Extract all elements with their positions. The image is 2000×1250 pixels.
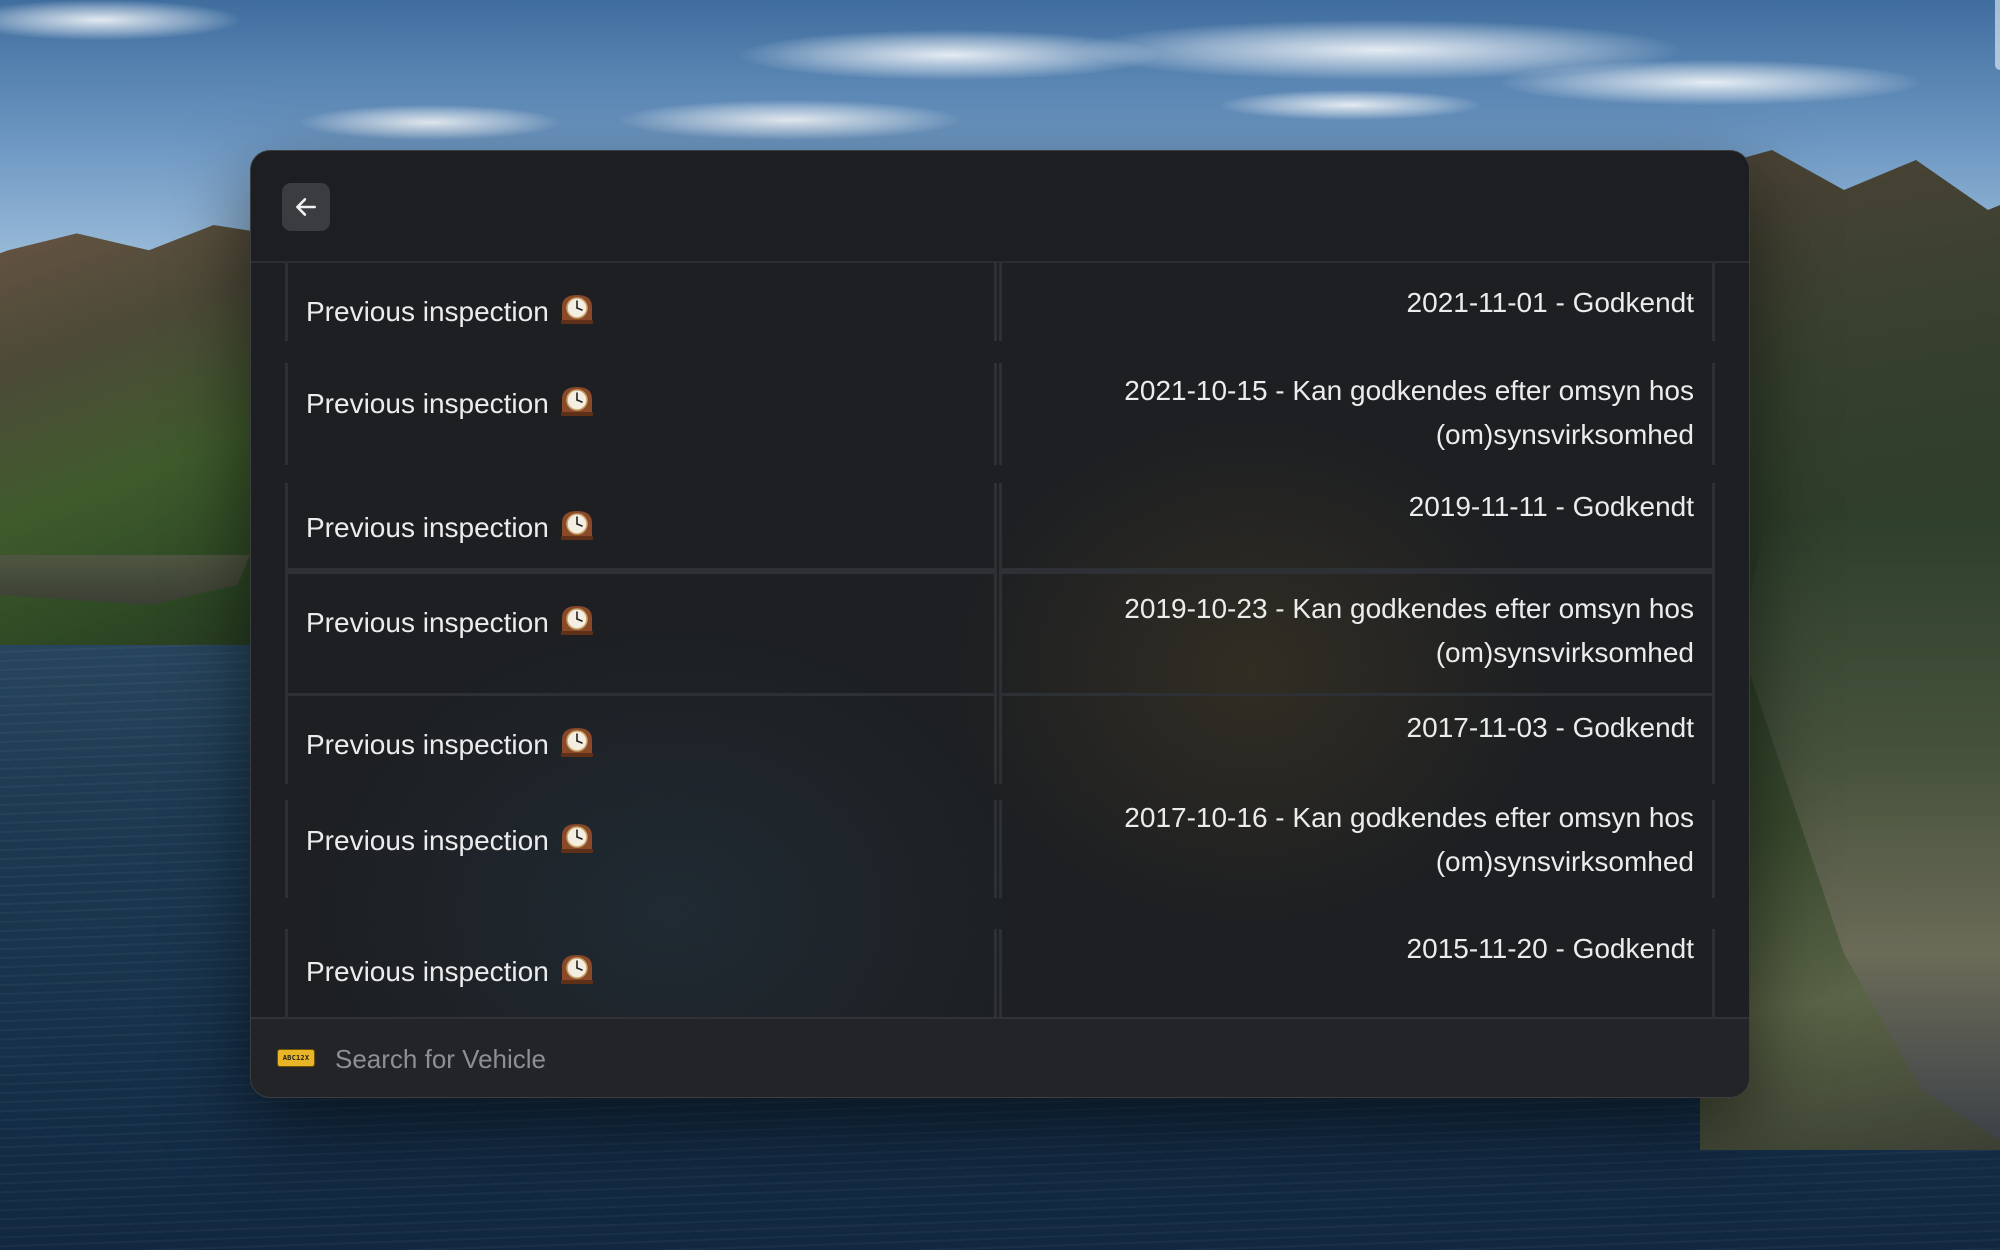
inspection-result: 2017-11-03 - Godkendt <box>1406 712 1694 743</box>
table-row: Previous inspection 2015-11-20 - Godkend… <box>285 929 1715 1024</box>
mantelpiece-clock-icon <box>559 724 595 765</box>
mantelpiece-clock-icon <box>559 383 595 424</box>
row-value-cell: 2017-11-03 - Godkendt <box>999 696 1715 784</box>
mantelpiece-clock-icon <box>559 820 595 861</box>
inspection-list[interactable]: Previous inspection 2021-11-01 - Godkend… <box>251 263 1749 1097</box>
row-label-cell: Previous inspection <box>285 363 997 465</box>
mantelpiece-clock-icon <box>559 507 595 548</box>
row-label: Previous inspection <box>306 951 595 992</box>
row-value-cell: 2019-11-11 - Godkendt <box>999 483 1715 571</box>
row-value-cell: 2015-11-20 - Godkendt <box>999 929 1715 1024</box>
row-label-cell: Previous inspection <box>285 696 997 784</box>
row-label-text: Previous inspection <box>306 511 549 543</box>
inspection-result: 2021-11-01 - Godkendt <box>1406 287 1694 318</box>
table-row: Previous inspection 2017-11-03 - Godkend… <box>285 696 1715 784</box>
inspection-result: 2019-10-23 - Kan godkendes efter omsyn h… <box>1124 593 1694 668</box>
row-label-cell: Previous inspection <box>285 929 997 1024</box>
mantelpiece-clock-icon <box>559 602 595 643</box>
license-plate-text: ABC12X <box>282 1054 310 1062</box>
desktop-edge-handle <box>1995 0 2000 70</box>
row-label: Previous inspection <box>306 383 595 424</box>
row-label: Previous inspection <box>306 602 595 643</box>
row-label-cell: Previous inspection <box>285 800 997 898</box>
arrow-left-icon <box>296 198 316 216</box>
row-label-text: Previous inspection <box>306 606 549 638</box>
table-row: Previous inspection 2021-10-15 - Kan god… <box>285 363 1715 465</box>
mantelpiece-clock-icon <box>559 951 595 992</box>
row-label: Previous inspection <box>306 820 595 861</box>
row-label: Previous inspection <box>306 507 595 548</box>
inspection-result: 2017-10-16 - Kan godkendes efter omsyn h… <box>1124 802 1694 877</box>
wallpaper-cloud <box>620 100 960 140</box>
table-row: Previous inspection 2019-11-11 - Godkend… <box>285 483 1715 571</box>
inspection-result: 2015-11-20 - Godkendt <box>1406 933 1694 964</box>
wallpaper-cloud <box>300 105 560 140</box>
row-label-cell: Previous inspection <box>285 483 997 571</box>
row-value-cell: 2021-11-01 - Godkendt <box>999 263 1715 341</box>
row-label: Previous inspection <box>306 724 595 765</box>
row-label-text: Previous inspection <box>306 728 549 760</box>
wallpaper-cloud <box>1500 60 1920 105</box>
table-row: Previous inspection 2017-10-16 - Kan god… <box>285 800 1715 898</box>
row-label-text: Previous inspection <box>306 955 549 987</box>
inspection-result: 2021-10-15 - Kan godkendes efter omsyn h… <box>1124 375 1694 450</box>
row-value-cell: 2017-10-16 - Kan godkendes efter omsyn h… <box>999 800 1715 898</box>
app-window: Previous inspection 2021-11-01 - Godkend… <box>250 150 1750 1098</box>
row-value-cell: 2021-10-15 - Kan godkendes efter omsyn h… <box>999 363 1715 465</box>
row-label-cell: Previous inspection <box>285 263 997 341</box>
table-row: Previous inspection 2019-10-23 - Kan god… <box>285 571 1715 696</box>
mantelpiece-clock-icon <box>559 291 595 332</box>
search-bar: ABC12X <box>251 1017 1749 1097</box>
inspection-list-viewport: Previous inspection 2021-11-01 - Godkend… <box>251 263 1749 1097</box>
back-button[interactable] <box>282 183 330 231</box>
row-label-cell: Previous inspection <box>285 571 997 696</box>
table-row: Previous inspection 2021-11-01 - Godkend… <box>285 263 1715 341</box>
window-header <box>251 151 1749 263</box>
row-value-cell: 2019-10-23 - Kan godkendes efter omsyn h… <box>999 571 1715 696</box>
row-label: Previous inspection <box>306 291 595 332</box>
wallpaper-cloud <box>1220 90 1480 120</box>
row-label-text: Previous inspection <box>306 295 549 327</box>
inspection-result: 2019-11-11 - Godkendt <box>1408 491 1694 522</box>
search-input[interactable] <box>333 1039 1637 1079</box>
row-label-text: Previous inspection <box>306 387 549 419</box>
license-plate-icon: ABC12X <box>277 1049 315 1067</box>
row-label-text: Previous inspection <box>306 824 549 856</box>
